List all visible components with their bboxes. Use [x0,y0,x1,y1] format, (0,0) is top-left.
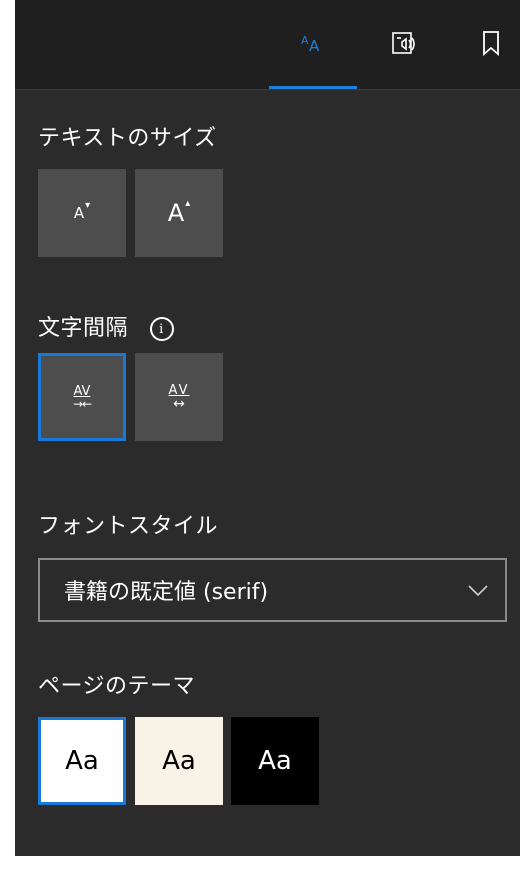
read-aloud-icon [391,30,417,60]
increase-text-label: A [167,199,185,227]
compress-arrows-icon: →← [72,396,92,411]
font-style-title: フォントスタイル [38,514,219,539]
tab-bookmarks[interactable] [447,0,520,89]
theme-light-label: Aa [65,746,99,776]
narrow-spacing-label: AV [73,383,91,399]
theme-dark-button[interactable]: Aa [231,717,319,805]
expand-arrows-icon: ↔ [173,395,185,412]
text-options-icon: A A [300,33,326,57]
theme-dark-label: Aa [258,746,292,776]
increase-arrow-icon: ▴ [185,197,191,209]
decrease-text-label: A [73,204,85,222]
font-style-dropdown[interactable]: 書籍の既定値 (serif) [38,558,507,622]
decrease-arrow-icon: ▾ [85,199,91,211]
svg-text:A: A [309,37,320,53]
info-icon[interactable]: i [149,317,174,341]
page-theme-title: ページのテーマ [38,674,196,699]
panel-tab-bar: A A [15,0,520,90]
reading-options-panel: A A テキストのサイズ A ▾ A ▴ 文字間隔 i AV →← AV ↔ フ… [15,0,520,856]
selected-tab-indicator [269,86,357,89]
svg-text:A: A [301,34,309,47]
chevron-down-icon [467,578,489,603]
font-style-selected-value: 書籍の既定値 (serif) [64,580,269,605]
decrease-text-size-button[interactable]: A ▾ [38,169,126,257]
theme-sepia-button[interactable]: Aa [135,717,223,805]
tab-read-aloud[interactable] [360,0,448,89]
wide-spacing-button[interactable]: AV ↔ [135,353,223,441]
narrow-spacing-button[interactable]: AV →← [38,353,126,441]
character-spacing-label: 文字間隔 [38,316,129,341]
increase-text-size-button[interactable]: A ▴ [135,169,223,257]
bookmark-icon [482,30,500,60]
tab-text-options[interactable]: A A [269,0,357,89]
theme-sepia-label: Aa [162,746,196,776]
text-size-title: テキストのサイズ [38,126,217,151]
wide-spacing-label: AV [168,382,190,398]
theme-light-button[interactable]: Aa [38,717,126,805]
character-spacing-title: 文字間隔 i [38,310,174,342]
